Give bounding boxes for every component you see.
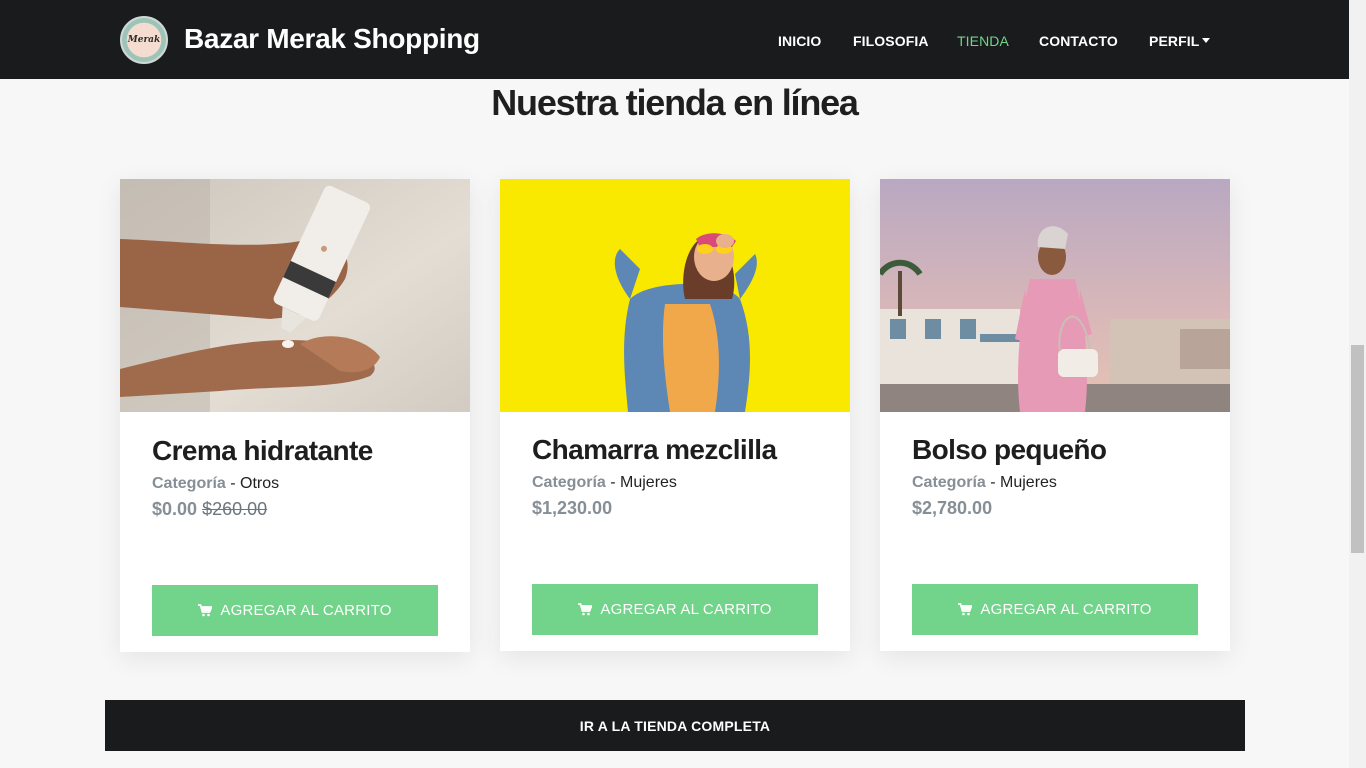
product-price: $0.00 $260.00 [152,499,267,520]
woman-pink-dress-small-bag-image [880,179,1230,412]
navbar: Merak Bazar Merak Shopping INICIO FILOSO… [0,0,1349,79]
add-to-cart-label: AGREGAR AL CARRITO [220,602,392,619]
price-current: $0.00 [152,499,198,519]
section-title: Nuestra tienda en línea [491,82,859,123]
add-to-cart-label: AGREGAR AL CARRITO [600,601,772,618]
nav-link-contacto[interactable]: CONTACTO [1039,33,1118,49]
product-card: Crema hidratante Categoría - Otros $0.00… [120,179,470,652]
product-image-lotion[interactable] [120,179,470,412]
add-to-cart-button[interactable]: AGREGAR AL CARRITO [912,584,1198,635]
product-category: Categoría - Mujeres [912,474,1057,492]
product-card: Chamarra mezclilla Categoría - Mujeres $… [500,179,850,651]
price-current: $1,230.00 [532,498,613,518]
nav-link-inicio[interactable]: INICIO [778,33,821,49]
cart-icon [958,603,973,616]
nav-link-tienda[interactable]: TIENDA [957,33,1009,49]
product-title[interactable]: Crema hidratante [152,435,373,467]
category-value: Mujeres [1000,474,1057,491]
product-image-jacket[interactable] [500,179,850,412]
category-label: Categoría [532,474,606,491]
nav-dropdown-perfil[interactable]: PERFIL [1149,33,1211,49]
product-category: Categoría - Mujeres [532,474,677,492]
product-category: Categoría - Otros [152,475,279,493]
nav-link-filosofia[interactable]: FILOSOFIA [853,33,929,49]
product-title[interactable]: Bolso pequeño [912,434,1107,466]
hands-with-lotion-tube-image [120,179,470,412]
add-to-cart-label: AGREGAR AL CARRITO [980,601,1152,618]
add-to-cart-button[interactable]: AGREGAR AL CARRITO [152,585,438,636]
logo-text: Merak [127,35,161,45]
product-image-bag[interactable] [880,179,1230,412]
product-title[interactable]: Chamarra mezclilla [532,434,777,466]
category-value: Otros [240,475,280,492]
category-separator: - [985,474,1001,491]
scrollbar-thumb[interactable] [1351,345,1364,553]
category-label: Categoría [912,474,986,491]
cart-icon [578,603,593,616]
category-label: Categoría [152,475,226,492]
product-card: Bolso pequeño Categoría - Mujeres $2,780… [880,179,1230,651]
woman-denim-jacket-yellow-wall-image [500,179,850,412]
add-to-cart-button[interactable]: AGREGAR AL CARRITO [532,584,818,635]
brand-logo[interactable]: Merak [120,16,168,64]
category-separator: - [605,474,621,491]
nav-link-perfil-label: PERFIL [1149,33,1200,49]
go-to-full-store-button[interactable]: IR A LA TIENDA COMPLETA [105,700,1245,751]
category-separator: - [225,475,241,492]
price-original: $260.00 [202,499,268,519]
product-price: $1,230.00 [532,498,612,519]
category-value: Mujeres [620,474,677,491]
caret-down-icon [1202,37,1211,43]
product-price: $2,780.00 [912,498,992,519]
cart-icon [198,604,213,617]
brand-name[interactable]: Bazar Merak Shopping [184,23,480,55]
price-current: $2,780.00 [912,498,993,518]
